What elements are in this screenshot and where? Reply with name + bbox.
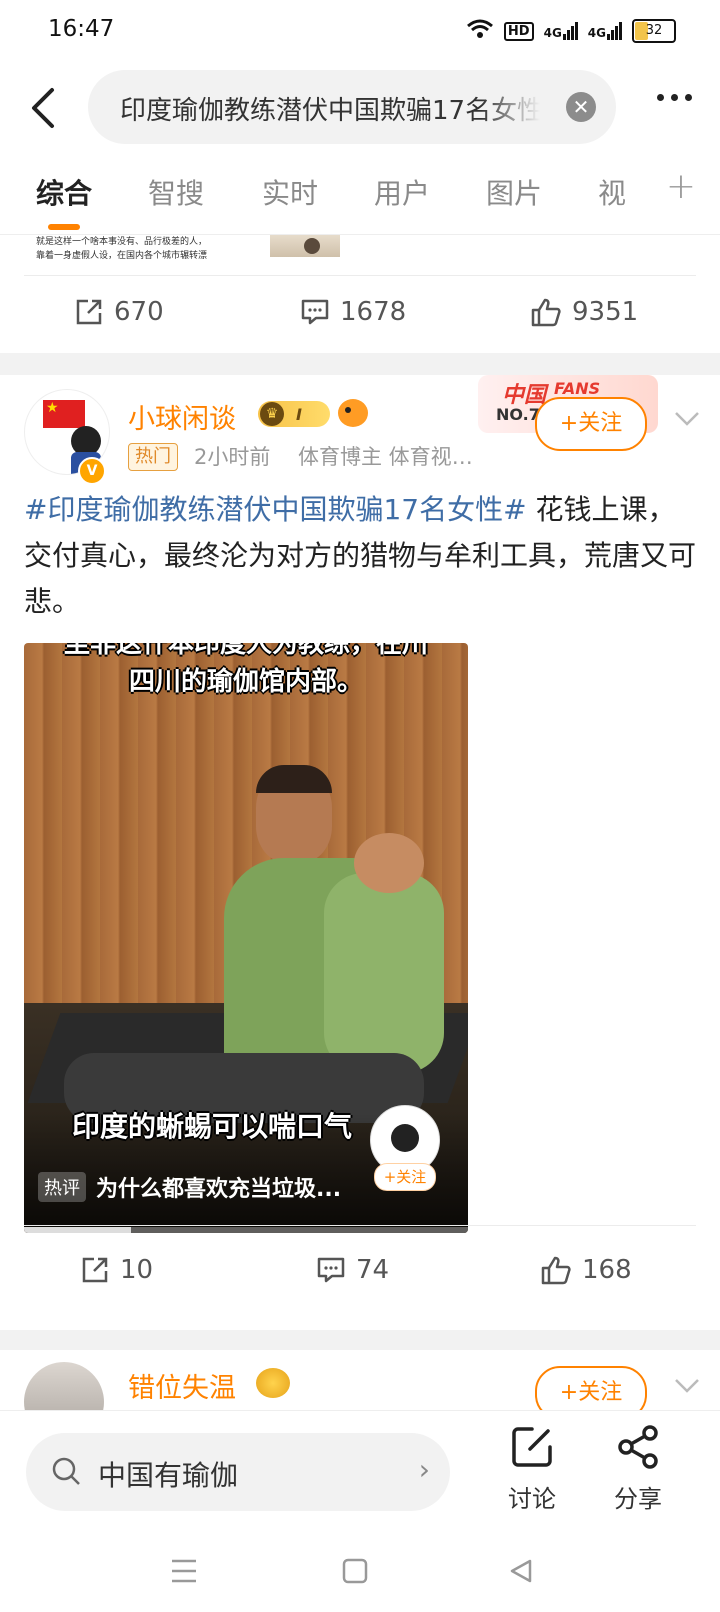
repost-icon xyxy=(82,1257,108,1283)
username[interactable]: 小球闲谈 xyxy=(128,397,236,436)
video-player[interactable]: 尘非这什本印度人为教练，在川 四川的瑜伽馆内部。 印度的蜥蜴可以喘口气 热评 为… xyxy=(24,643,468,1233)
chevron-down-icon[interactable] xyxy=(672,1370,702,1400)
compose-icon xyxy=(512,1427,552,1467)
home-icon[interactable] xyxy=(342,1558,368,1584)
thumbs-up-icon xyxy=(541,1256,571,1285)
search-header: 印度瑜伽教练潜伏中国欺骗17名女性 ✕ xyxy=(0,64,720,152)
system-nav-bar xyxy=(0,1530,720,1612)
tab-smart-search[interactable]: 智搜 xyxy=(148,172,204,212)
bottom-bar: 中国有瑜伽 › 讨论 分享 xyxy=(0,1410,720,1531)
repost-button[interactable]: 670 xyxy=(74,297,164,327)
back-arrow-icon xyxy=(32,88,54,128)
hd-icon: HD xyxy=(503,21,534,41)
related-search-button[interactable]: 中国有瑜伽 › xyxy=(26,1433,450,1511)
video-caption-bottom: 印度的蜥蜴可以喘口气 xyxy=(72,1110,353,1143)
back-button[interactable] xyxy=(22,84,70,132)
follow-button[interactable]: +关注 xyxy=(535,397,647,451)
video-follow-button[interactable]: +关注 xyxy=(374,1163,436,1191)
share-button[interactable]: 分享 xyxy=(598,1423,678,1514)
add-tab-button[interactable]: + xyxy=(666,166,696,207)
search-query-text[interactable]: 印度瑜伽教练潜伏中国欺骗17名女性 xyxy=(120,90,540,127)
post-text: #印度瑜伽教练潜伏中国欺骗17名女性# 花钱上课，交付真心，最终沦为对方的猎物与… xyxy=(24,493,697,618)
post-card: 就是这样一个啥本事没有、品行极差的人， 靠着一身虚假人设，在国内各个城市辗转漂 … xyxy=(0,235,720,353)
search-input[interactable]: 印度瑜伽教练潜伏中国欺骗17名女性 ✕ xyxy=(88,70,616,144)
hot-comment-text: 为什么都喜欢充当垃圾... xyxy=(96,1177,342,1202)
more-options-button[interactable] xyxy=(657,94,692,101)
post-card: 错位失温 +关注 xyxy=(0,1350,720,1442)
comment-icon xyxy=(301,299,329,325)
repost-button[interactable]: 10 xyxy=(80,1255,153,1285)
comment-icon xyxy=(317,1257,345,1283)
back-triangle-icon[interactable] xyxy=(508,1558,534,1584)
video-progress-bar[interactable] xyxy=(24,1227,468,1233)
crown-icon: ♛ xyxy=(260,402,284,426)
signal-icon: 4G xyxy=(544,22,578,40)
video-follow-widget[interactable]: +关注 xyxy=(370,1105,440,1201)
post-image-snippet: 就是这样一个啥本事没有、品行极差的人， 靠着一身虚假人设，在国内各个城市辗转漂 xyxy=(36,237,208,261)
comment-button[interactable]: 74 xyxy=(316,1255,389,1285)
clear-search-button[interactable]: ✕ xyxy=(566,92,596,122)
hot-comment-tag: 热评 xyxy=(38,1172,86,1202)
vip-badge: ♛ I xyxy=(258,401,330,427)
post-thumbnail[interactable] xyxy=(270,235,340,257)
china-flag-icon xyxy=(43,400,85,428)
status-bar: 16:47 HD 4G 4G 32 xyxy=(0,0,720,64)
menu-icon[interactable] xyxy=(170,1558,198,1584)
like-button[interactable]: 168 xyxy=(540,1255,632,1285)
status-icons: HD 4G 4G 32 xyxy=(466,18,676,44)
video-caption-top: 尘非这什本印度人为教练，在川 四川的瑜伽馆内部。 xyxy=(63,643,428,697)
chevron-down-icon[interactable] xyxy=(672,403,702,433)
search-tabs: 综合 智搜 实时 用户 图片 视 + xyxy=(0,152,720,235)
user-description: 体育博主 体育视频博主 xyxy=(298,445,478,469)
comment-button[interactable]: 1678 xyxy=(300,297,406,327)
repost-icon xyxy=(76,299,102,325)
topic-link[interactable]: #印度瑜伽教练潜伏中国欺骗17名女性# xyxy=(24,493,527,526)
post-card: V 小球闲谈 ♛ I 热门 2小时前 体育博主 体育视频博主 中国 FANS N… xyxy=(0,375,720,1330)
thumbs-up-icon xyxy=(531,298,561,327)
verified-badge-icon: V xyxy=(78,457,106,485)
share-icon xyxy=(618,1425,658,1469)
active-tab-indicator xyxy=(48,224,80,230)
pufferfish-icon xyxy=(338,399,368,427)
tab-comprehensive[interactable]: 综合 xyxy=(36,172,92,212)
tab-users[interactable]: 用户 xyxy=(374,172,430,212)
related-search-text: 中国有瑜伽 xyxy=(98,1459,239,1492)
wifi-icon xyxy=(466,18,494,44)
battery-icon: 32 xyxy=(632,19,676,43)
username[interactable]: 错位失温 xyxy=(128,1366,236,1405)
tab-images[interactable]: 图片 xyxy=(486,172,542,212)
tab-realtime[interactable]: 实时 xyxy=(262,172,318,212)
post-time: 2小时前 xyxy=(194,445,271,469)
hot-comment[interactable]: 热评 为什么都喜欢充当垃圾... xyxy=(38,1171,341,1203)
chevron-right-icon: › xyxy=(418,1453,430,1486)
hot-tag: 热门 xyxy=(128,443,178,471)
like-button[interactable]: 9351 xyxy=(530,297,638,327)
search-icon xyxy=(52,1457,80,1485)
signal-icon-2: 4G xyxy=(588,22,622,40)
status-time: 16:47 xyxy=(48,16,115,42)
tab-video[interactable]: 视 xyxy=(598,172,626,212)
discuss-button[interactable]: 讨论 xyxy=(492,1423,572,1514)
medal-icon xyxy=(256,1368,290,1398)
